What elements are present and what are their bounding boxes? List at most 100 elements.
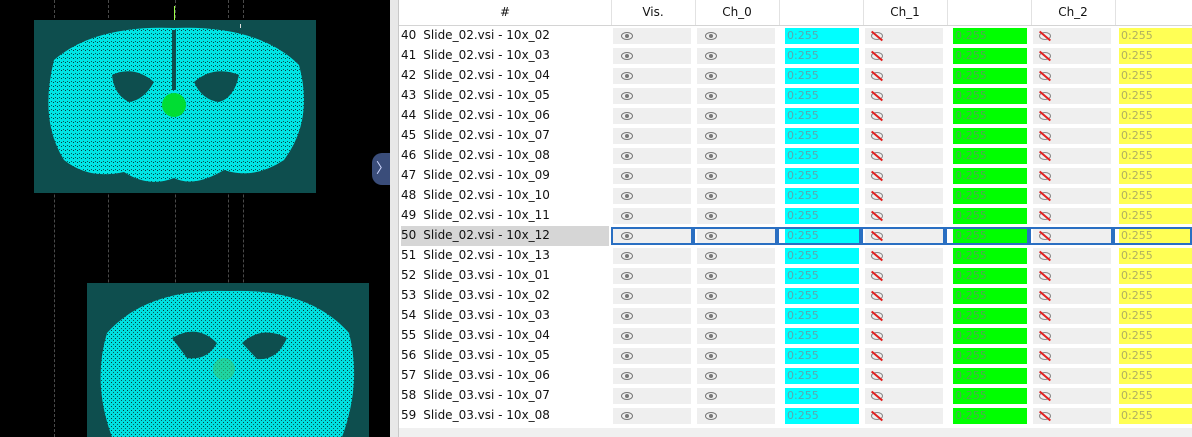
ch2-display-range[interactable]: 0:255 <box>1119 368 1192 384</box>
ch1-visibility-toggle[interactable] <box>865 408 943 424</box>
ch1-display-range[interactable]: 0:255 <box>953 208 1027 224</box>
ch2-visibility-toggle[interactable] <box>1033 348 1111 364</box>
ch1-visibility-toggle[interactable] <box>865 388 943 404</box>
ch1-display-range[interactable]: 0:255 <box>953 368 1027 384</box>
collapse-handle[interactable]: 〉 <box>372 153 390 185</box>
ch0-display-range[interactable]: 0:255 <box>785 348 859 364</box>
ch1-display-range[interactable]: 0:255 <box>953 68 1027 84</box>
ch0-visibility-toggle[interactable] <box>697 408 775 424</box>
ch1-display-range[interactable]: 0:255 <box>953 108 1027 124</box>
ch1-display-range[interactable]: 0:255 <box>953 168 1027 184</box>
ch2-visibility-toggle[interactable] <box>1033 28 1111 44</box>
ch0-visibility-toggle[interactable] <box>697 48 775 64</box>
ch2-display-range[interactable]: 0:255 <box>1119 128 1192 144</box>
ch0-visibility-toggle[interactable] <box>697 88 775 104</box>
ch1-display-range[interactable]: 0:255 <box>953 268 1027 284</box>
ch2-visibility-toggle[interactable] <box>1033 188 1111 204</box>
ch0-display-range[interactable]: 0:255 <box>785 28 859 44</box>
col-header-ch1-lut[interactable] <box>947 0 1032 25</box>
table-row[interactable]: 56 Slide_03.vsi - 10x_05 0:255 0:255 0:255 <box>399 346 1192 366</box>
ch0-visibility-toggle[interactable] <box>697 108 775 124</box>
visibility-toggle[interactable] <box>613 208 691 224</box>
ch2-visibility-toggle[interactable] <box>1033 48 1111 64</box>
ch2-display-range[interactable]: 0:255 <box>1119 248 1192 264</box>
table-row[interactable]: 58 Slide_03.vsi - 10x_07 0:255 0:255 0:255 <box>399 386 1192 406</box>
ch2-visibility-toggle[interactable] <box>1033 268 1111 284</box>
ch0-display-range[interactable]: 0:255 <box>785 68 859 84</box>
ch0-visibility-toggle[interactable] <box>697 388 775 404</box>
ch1-display-range[interactable]: 0:255 <box>953 328 1027 344</box>
table-row[interactable]: 57 Slide_03.vsi - 10x_06 0:255 0:255 0:255 <box>399 366 1192 386</box>
visibility-toggle[interactable] <box>613 128 691 144</box>
ch1-visibility-toggle[interactable] <box>865 348 943 364</box>
ch2-display-range[interactable]: 0:255 <box>1119 148 1192 164</box>
ch2-display-range[interactable]: 0:255 <box>1119 68 1192 84</box>
ch1-visibility-toggle[interactable] <box>865 328 943 344</box>
ch1-visibility-toggle[interactable] <box>865 48 943 64</box>
ch0-display-range[interactable]: 0:255 <box>785 148 859 164</box>
ch2-display-range[interactable]: 0:255 <box>1119 88 1192 104</box>
ch0-visibility-toggle[interactable] <box>697 68 775 84</box>
ch1-visibility-toggle[interactable] <box>865 28 943 44</box>
ch0-display-range[interactable]: 0:255 <box>785 108 859 124</box>
ch2-display-range[interactable]: 0:255 <box>1119 328 1192 344</box>
table-row[interactable]: 53 Slide_03.vsi - 10x_02 0:255 0:255 0:255 <box>399 286 1192 306</box>
ch1-display-range[interactable]: 0:255 <box>953 48 1027 64</box>
col-header-ch2-lut[interactable] <box>1115 0 1192 25</box>
ch2-display-range[interactable]: 0:255 <box>1119 28 1192 44</box>
visibility-toggle[interactable] <box>613 168 691 184</box>
table-row[interactable]: 49 Slide_02.vsi - 10x_11 0:255 0:255 0:255 <box>399 206 1192 226</box>
col-header-index[interactable]: # <box>399 0 612 25</box>
ch1-display-range[interactable]: 0:255 <box>953 248 1027 264</box>
ch0-visibility-toggle[interactable] <box>697 328 775 344</box>
ch0-display-range[interactable]: 0:255 <box>785 88 859 104</box>
ch1-visibility-toggle[interactable] <box>865 108 943 124</box>
ch0-display-range[interactable]: 0:255 <box>785 248 859 264</box>
visibility-toggle[interactable] <box>613 268 691 284</box>
ch2-visibility-toggle[interactable] <box>1033 408 1111 424</box>
table-row[interactable]: 54 Slide_03.vsi - 10x_03 0:255 0:255 0:255 <box>399 306 1192 326</box>
table-row[interactable]: 59 Slide_03.vsi - 10x_08 0:255 0:255 0:255 <box>399 406 1192 426</box>
ch1-display-range[interactable]: 0:255 <box>953 128 1027 144</box>
visibility-toggle[interactable] <box>613 148 691 164</box>
ch1-display-range[interactable]: 0:255 <box>953 388 1027 404</box>
ch0-display-range[interactable]: 0:255 <box>785 388 859 404</box>
ch0-visibility-toggle[interactable] <box>697 368 775 384</box>
ch0-visibility-toggle[interactable] <box>697 288 775 304</box>
ch1-visibility-toggle[interactable] <box>865 368 943 384</box>
ch1-visibility-toggle[interactable] <box>865 208 943 224</box>
ch0-visibility-toggle[interactable] <box>697 28 775 44</box>
ch0-display-range[interactable]: 0:255 <box>785 188 859 204</box>
ch1-visibility-toggle[interactable] <box>865 188 943 204</box>
splitter[interactable] <box>390 0 399 437</box>
ch1-visibility-toggle[interactable] <box>865 88 943 104</box>
table-row[interactable]: 42 Slide_02.vsi - 10x_04 0:255 0:255 0:255 <box>399 66 1192 86</box>
ch1-display-range[interactable]: 0:255 <box>953 88 1027 104</box>
ch0-display-range[interactable]: 0:255 <box>785 288 859 304</box>
ch0-visibility-toggle[interactable] <box>697 268 775 284</box>
visibility-toggle[interactable] <box>613 388 691 404</box>
ch2-visibility-toggle[interactable] <box>1033 288 1111 304</box>
table-row[interactable]: 48 Slide_02.vsi - 10x_10 0:255 0:255 0:255 <box>399 186 1192 206</box>
ch0-visibility-toggle[interactable] <box>697 128 775 144</box>
ch0-visibility-toggle[interactable] <box>697 308 775 324</box>
ch2-display-range[interactable]: 0:255 <box>1119 288 1192 304</box>
col-header-visibility[interactable]: Vis. <box>611 0 696 25</box>
ch0-display-range[interactable]: 0:255 <box>785 208 859 224</box>
ch1-display-range[interactable]: 0:255 <box>953 308 1027 324</box>
ch1-visibility-toggle[interactable] <box>865 268 943 284</box>
ch0-visibility-toggle[interactable] <box>697 188 775 204</box>
visibility-toggle[interactable] <box>613 68 691 84</box>
ch2-visibility-toggle[interactable] <box>1033 308 1111 324</box>
ch1-visibility-toggle[interactable] <box>865 288 943 304</box>
ch0-display-range[interactable]: 0:255 <box>785 328 859 344</box>
ch1-visibility-toggle[interactable] <box>865 68 943 84</box>
ch1-visibility-toggle[interactable] <box>865 148 943 164</box>
table-row[interactable]: 43 Slide_02.vsi - 10x_05 0:255 0:255 0:255 <box>399 86 1192 106</box>
visibility-toggle[interactable] <box>613 188 691 204</box>
table-row[interactable]: 45 Slide_02.vsi - 10x_07 0:255 0:255 0:255 <box>399 126 1192 146</box>
ch0-visibility-toggle[interactable] <box>697 208 775 224</box>
ch0-display-range[interactable]: 0:255 <box>785 368 859 384</box>
visibility-toggle[interactable] <box>613 368 691 384</box>
ch0-display-range[interactable]: 0:255 <box>785 308 859 324</box>
